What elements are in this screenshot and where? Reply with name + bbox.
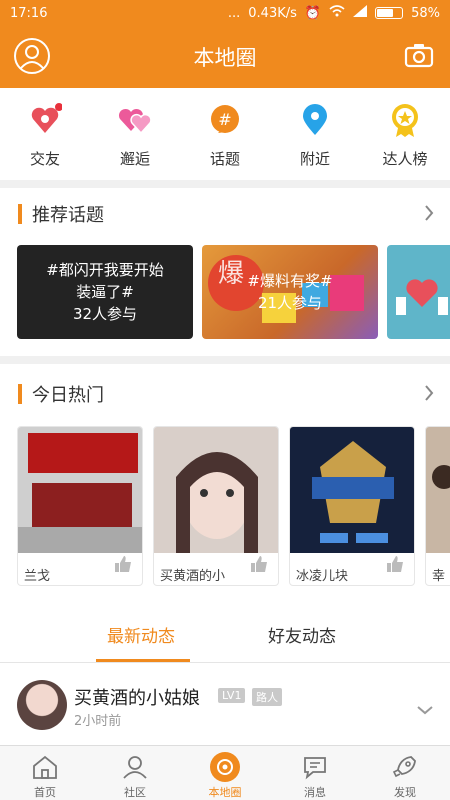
community-icon xyxy=(120,752,150,782)
hot-image xyxy=(18,427,142,553)
today-hot-header[interactable]: 今日热门 xyxy=(0,364,450,424)
section-accent-bar xyxy=(18,384,22,404)
chevron-right-icon[interactable] xyxy=(424,204,434,226)
page-title: 本地圈 xyxy=(193,46,257,70)
hot-caption: 幸 xyxy=(432,568,446,584)
nav-label: 首页 xyxy=(34,786,56,799)
nav-home[interactable]: 首页 xyxy=(5,746,85,800)
feed-tabs: 最新动态 好友动态 xyxy=(0,610,450,662)
topic-participants: 21人参与 xyxy=(257,294,323,312)
medal-icon xyxy=(387,102,423,138)
like-thumb-icon[interactable] xyxy=(250,555,268,577)
section-title: 今日热门 xyxy=(32,385,104,406)
rank-badge: 路人 xyxy=(252,688,282,706)
hot-image xyxy=(154,427,278,553)
like-thumb-icon[interactable] xyxy=(114,555,132,577)
hot-image xyxy=(290,427,414,553)
topic-title: #都闪开我要开始装逼了# xyxy=(46,261,164,301)
topic-participants: 32人参与 xyxy=(72,305,138,323)
level-badge: LV1 xyxy=(218,688,246,703)
hot-card-partial[interactable]: 幸 xyxy=(425,426,450,586)
category-label: 附近 xyxy=(299,150,330,168)
nav-messages[interactable]: 消息 xyxy=(275,746,355,800)
category-leaderboard[interactable]: 达人榜 xyxy=(365,88,445,180)
header-bar: 本地圈 xyxy=(0,26,450,88)
status-time: 17:16 xyxy=(10,5,48,21)
camera-icon xyxy=(404,44,434,68)
category-label: 达人榜 xyxy=(382,150,428,168)
hot-card[interactable]: 买黄酒的小 xyxy=(153,426,279,586)
category-topics[interactable]: # 话题 xyxy=(185,88,265,180)
category-encounter[interactable]: 邂逅 xyxy=(95,88,175,180)
profile-avatar-button[interactable] xyxy=(14,38,50,74)
hot-card[interactable]: 兰戈 xyxy=(17,426,143,586)
section-title: 推荐话题 xyxy=(32,205,104,226)
post-time: 2小时前 xyxy=(74,714,122,729)
tab-latest[interactable]: 最新动态 xyxy=(107,622,175,647)
heart-pin-icon xyxy=(27,102,63,138)
home-icon xyxy=(30,752,60,782)
divider xyxy=(0,662,450,663)
network-speed: 0.43K/s xyxy=(248,5,297,21)
camera-button[interactable] xyxy=(404,42,434,72)
nav-local-circle[interactable]: 本地圈 xyxy=(185,746,265,800)
nav-label: 社区 xyxy=(124,786,146,799)
battery-icon xyxy=(375,7,404,19)
nav-community[interactable]: 社区 xyxy=(95,746,175,800)
category-label: 邂逅 xyxy=(119,150,150,168)
hot-image xyxy=(426,427,450,553)
nav-discover[interactable]: 发现 xyxy=(365,746,445,800)
wifi-icon xyxy=(329,5,345,21)
chevron-down-icon[interactable] xyxy=(416,700,434,719)
nav-label: 发现 xyxy=(394,786,416,799)
nav-label: 消息 xyxy=(304,786,326,799)
topic-card[interactable]: #都闪开我要开始装逼了# 32人参与 xyxy=(17,245,193,339)
recommended-topics-header[interactable]: 推荐话题 xyxy=(0,184,450,244)
hot-carousel[interactable]: 兰戈 买黄酒的小 冰凌儿块 幸 xyxy=(17,426,450,586)
feed-post[interactable]: 买黄酒的小姑娘 LV1 路人 2小时前 xyxy=(0,672,450,742)
category-nearby[interactable]: 附近 xyxy=(275,88,355,180)
topic-title: #爆料有奖# xyxy=(247,272,333,290)
battery-level: 58% xyxy=(411,5,440,21)
category-label: 交友 xyxy=(29,150,60,168)
post-author[interactable]: 买黄酒的小姑娘 xyxy=(74,684,200,710)
avatar[interactable] xyxy=(17,680,67,730)
section-accent-bar xyxy=(18,204,22,224)
local-circle-icon xyxy=(210,752,240,782)
like-thumb-icon[interactable] xyxy=(386,555,404,577)
nav-label: 本地圈 xyxy=(208,786,242,799)
user-icon xyxy=(20,45,44,69)
message-icon xyxy=(300,752,330,782)
double-heart-icon xyxy=(117,102,153,138)
chevron-right-icon[interactable] xyxy=(424,384,434,406)
alarm-icon: ⏰ xyxy=(304,5,322,21)
category-label: 话题 xyxy=(209,150,240,168)
signal-icon xyxy=(353,5,368,21)
topic-card[interactable]: 爆 #爆料有奖# 21人参与 xyxy=(202,245,378,339)
status-dots: ... xyxy=(227,5,241,21)
location-pin-icon xyxy=(297,102,333,138)
topic-carousel[interactable]: #都闪开我要开始装逼了# 32人参与 爆 #爆料有奖# 21人参与 xyxy=(17,245,450,339)
category-dating[interactable]: 交友 xyxy=(5,88,85,180)
hands-heart-image xyxy=(396,279,448,315)
svg-text:#: # xyxy=(218,110,231,129)
topic-banner-glyph: 爆 xyxy=(218,259,245,289)
section-separator xyxy=(0,356,450,364)
bottom-nav: 首页 社区 本地圈 消息 发现 xyxy=(0,745,450,800)
category-row: 交友 邂逅 # 话题 附近 达人榜 xyxy=(0,88,450,180)
topic-card-partial[interactable] xyxy=(387,245,450,339)
hot-card[interactable]: 冰凌儿块 xyxy=(289,426,415,586)
hash-bubble-icon: # xyxy=(207,102,243,138)
rocket-icon xyxy=(390,752,420,782)
tab-friends[interactable]: 好友动态 xyxy=(268,622,336,647)
status-bar: 17:16 ... 0.43K/s ⏰ 58% xyxy=(0,0,450,26)
